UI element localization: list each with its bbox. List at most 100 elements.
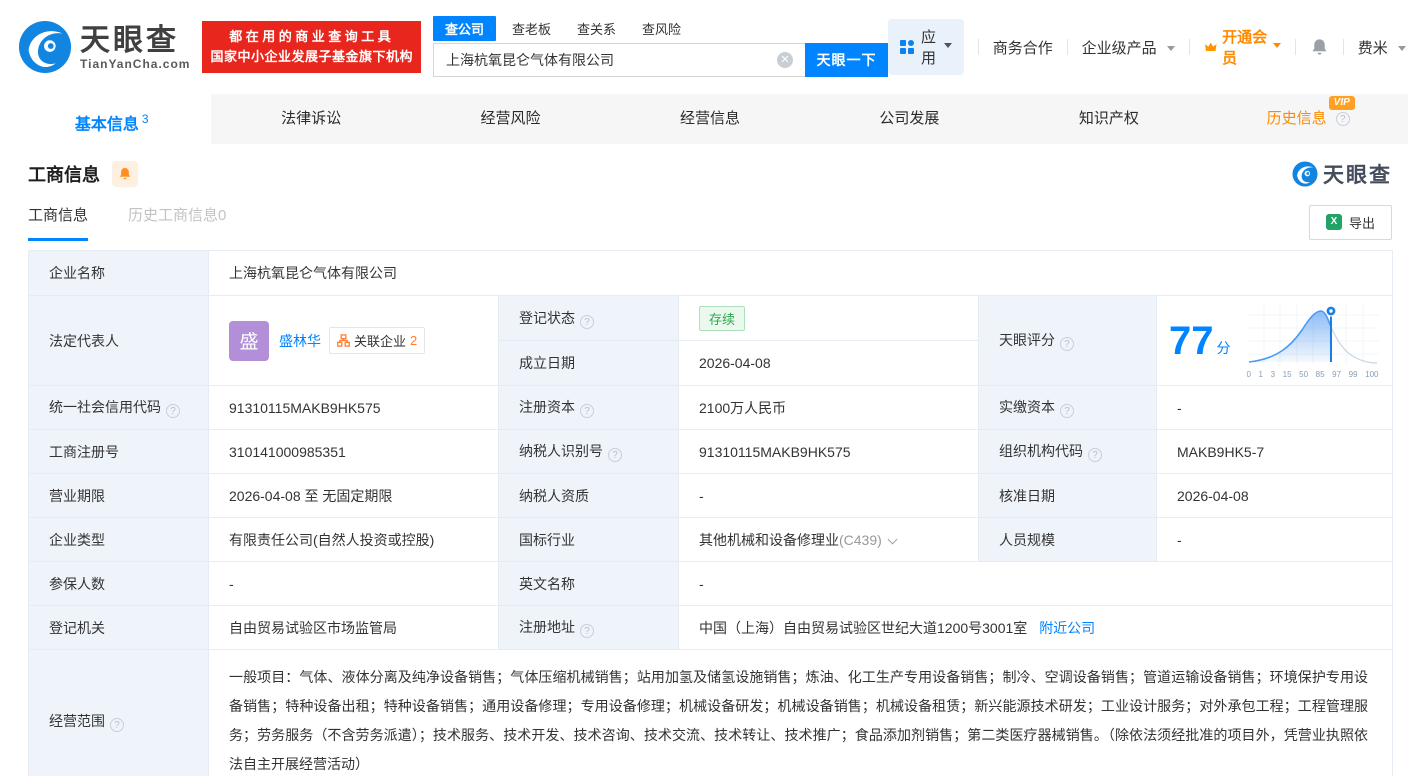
company-nav-tabs: 基本信息 3 法律诉讼 经营风险 经营信息 公司发展 知识产权 历史信息 VIP [12,94,1408,144]
tab-business-info[interactable]: 经营信息 [610,94,809,144]
tab-label: 知识产权 [1078,110,1139,127]
search-tab-company[interactable]: 查公司 [433,16,497,41]
search-input[interactable] [433,43,805,77]
help-icon[interactable] [1060,337,1074,351]
user-menu[interactable]: 费米 [1358,37,1406,58]
help-icon[interactable] [580,404,594,418]
industry-code: (C439) [839,531,882,548]
export-label: 导出 [1348,215,1375,231]
score-distribution-chart: 0 1 3 15 50 85 97 99 100 [1246,302,1379,379]
tab-count: 3 [141,112,149,126]
legal-rep-name-link[interactable]: 盛林华 [279,331,321,351]
legal-rep-avatar[interactable]: 盛 [229,320,269,361]
company-name-value: 上海杭氧昆仑气体有限公司 [207,250,1394,296]
table-row: 企业名称 上海杭氧昆仑气体有限公司 [28,250,1394,296]
brand-name: 天眼查 [80,23,179,57]
related-companies-badge[interactable]: 关联企业 2 [329,327,426,354]
help-icon[interactable] [1060,404,1074,418]
subtab-label: 历史工商信息 [128,206,219,224]
credit-code-value: 91310115MAKB9HK575 [208,385,499,430]
vip-badge: VIP [1328,96,1355,110]
reg-address-label: 注册地址 [498,605,679,650]
taxpayer-quality-value: - [678,473,979,518]
approval-date-value: 2026-04-08 [1155,473,1394,518]
divider [978,39,979,55]
section-title: 工商信息 [28,165,100,185]
open-vip-button[interactable]: 开通会员 [1204,26,1282,68]
industry-label: 国标行业 [498,517,679,562]
label-text: 组织机构代码 [999,443,1083,459]
est-date-label: 成立日期 [498,340,679,386]
help-icon[interactable] [580,314,594,329]
notifications-bell-icon[interactable] [1310,38,1329,57]
export-button[interactable]: X 导出 [1308,204,1392,240]
english-name-label: 英文名称 [498,561,679,606]
slogan-banner: 都在用的商业查询工具 国家中小企业发展子基金旗下机构 [202,21,421,73]
business-scope-label: 经营范围 [28,649,209,776]
bell-icon [119,168,131,180]
search-tab-risk[interactable]: 查风险 [642,16,681,41]
crown-icon [1204,42,1217,52]
tab-label: 经营信息 [679,110,740,127]
insured-count-value: - [208,561,499,606]
vip-label: 开通会员 [1222,29,1268,67]
tianyancha-logo-icon [18,20,72,74]
credit-code-label: 统一社会信用代码 [28,385,209,430]
tab-history-info[interactable]: 历史信息 VIP [1209,94,1408,144]
score-unit: 分 [1216,339,1231,356]
table-row: 经营范围 一般项目：气体、液体分离及纯净设备销售；气体压缩机械销售；站用加氢及储… [28,649,1394,776]
nav-cooperation[interactable]: 商务合作 [993,37,1053,58]
tab-label: 历史信息 [1266,110,1327,127]
tab-label: 经营风险 [480,110,541,127]
staff-size-value: - [1155,517,1394,562]
help-icon[interactable] [1335,112,1350,126]
label-text: 注册地址 [519,619,575,635]
help-icon[interactable] [166,404,180,418]
reg-status-value: 存续 [678,295,979,341]
search-tab-relation[interactable]: 查关系 [577,16,616,41]
site-logo[interactable]: 天眼查 TianYanCha.com [18,20,190,74]
reg-number-value: 310141000985351 [208,429,499,474]
nav-enterprise-products[interactable]: 企业级产品 [1082,37,1175,58]
help-icon[interactable] [1088,448,1102,462]
business-info-table: 企业名称 上海杭氧昆仑气体有限公司 法定代表人 盛 盛林华 关联企业 2 登记状… [28,250,1394,776]
watermark-text: 天眼查 [1323,164,1392,187]
tab-basic-info[interactable]: 基本信息 3 [12,94,212,144]
search-tab-boss[interactable]: 查老板 [512,16,551,41]
label-text: 经营范围 [49,712,105,729]
industry-value: 其他机械和设备修理业(C439) [678,517,979,562]
score-value: 77 [1169,318,1214,363]
apps-menu-button[interactable]: 应用 [888,19,964,75]
excel-icon: X [1325,214,1342,230]
org-code-value: MAKB9HK5-7 [1155,429,1394,474]
chevron-down-icon[interactable] [887,534,898,544]
slogan-line2: 国家中小企业发展子基金旗下机构 [210,49,413,64]
related-label: 关联企业 [354,334,407,349]
tab-label: 法律诉讼 [281,110,342,127]
nearby-companies-link[interactable]: 附近公司 [1039,620,1095,636]
reg-capital-value: 2100万人民币 [678,385,979,430]
help-icon[interactable] [608,448,622,462]
help-icon[interactable] [580,624,594,638]
username: 费米 [1357,39,1388,57]
clear-search-icon[interactable]: ✕ [777,52,793,68]
search-button[interactable]: 天眼一下 [805,43,888,77]
tab-legal-proceedings[interactable]: 法律诉讼 [211,94,410,144]
paid-capital-label: 实缴资本 [978,385,1157,430]
taxpayer-quality-label: 纳税人资质 [498,473,679,518]
tab-intellectual-property[interactable]: 知识产权 [1009,94,1208,144]
apps-label: 应用 [921,29,937,67]
tianyancha-logo-icon [1292,161,1318,187]
subtab-history-info[interactable]: 历史工商信息0 [128,204,226,241]
company-type-value: 有限责任公司(自然人投资或控股) [208,517,499,562]
monitor-bell-button[interactable] [112,161,138,187]
apps-grid-icon [900,40,914,54]
business-term-value: 2026-04-08 至 无固定期限 [208,473,499,518]
subtab-current-info[interactable]: 工商信息 [28,204,89,241]
reg-address-value: 中国（上海）自由贸易试验区世纪大道1200号3001室 附近公司 [677,605,1394,650]
help-icon[interactable] [110,717,124,732]
tab-business-risk[interactable]: 经营风险 [411,94,610,144]
tab-company-development[interactable]: 公司发展 [810,94,1009,144]
tab-label: 公司发展 [879,110,940,127]
insured-count-label: 参保人数 [28,561,209,606]
